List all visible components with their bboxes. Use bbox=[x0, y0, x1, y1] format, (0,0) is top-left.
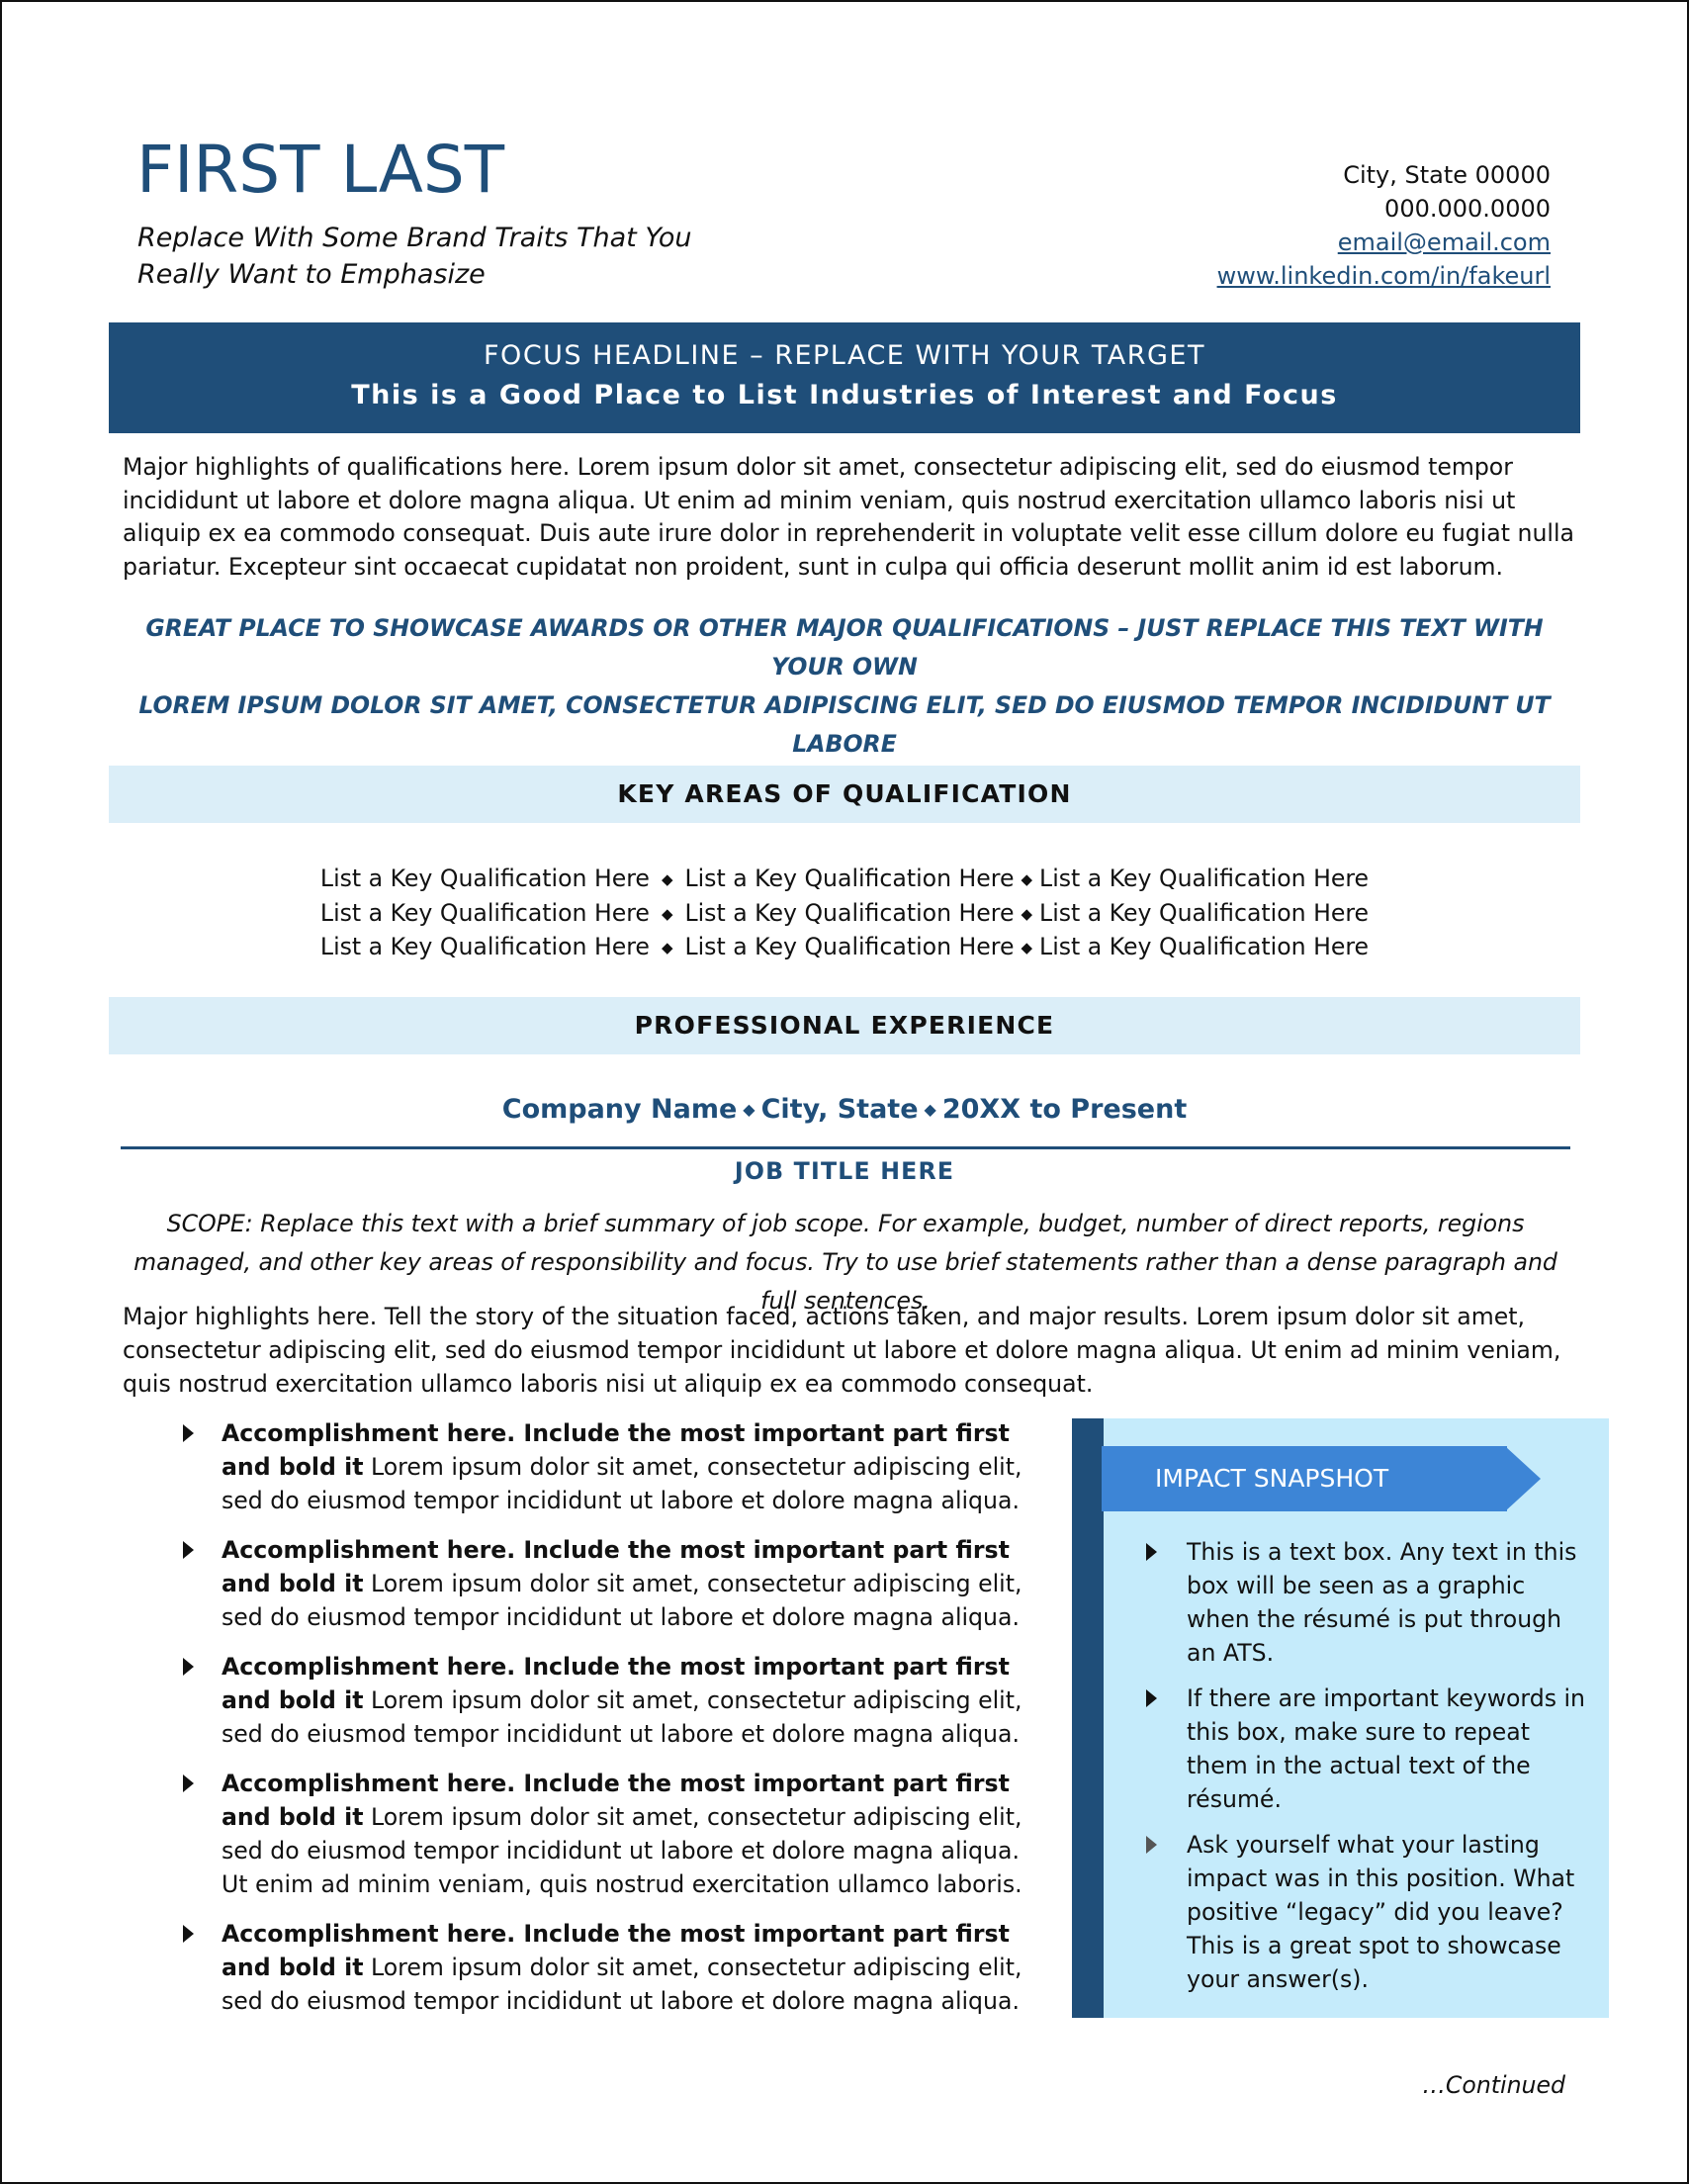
qualification-item: List a Key Qualification Here bbox=[319, 864, 650, 892]
triangle-bullet-icon bbox=[183, 1925, 194, 1943]
contact-email-link[interactable]: email@email.com bbox=[1338, 228, 1551, 256]
qualification-item: List a Key Qualification Here bbox=[1039, 864, 1370, 892]
snapshot-item-text: If there are important keywords in this … bbox=[1187, 1684, 1585, 1813]
accomplishment-item: Accomplishment here. Include the most im… bbox=[176, 1767, 1036, 1901]
experience-heading: PROFESSIONAL EXPERIENCE bbox=[109, 997, 1580, 1054]
awards-line: GREAT PLACE TO SHOWCASE AWARDS OR OTHER … bbox=[145, 614, 1544, 681]
awards-line: LOREM IPSUM DOLOR SIT AMET, CONSECTETUR … bbox=[138, 691, 1551, 758]
candidate-name: FIRST LAST bbox=[136, 132, 505, 208]
diamond-icon: ◆ bbox=[1021, 904, 1033, 923]
contact-phone: 000.000.0000 bbox=[1384, 195, 1551, 223]
triangle-bullet-icon bbox=[1146, 1543, 1157, 1561]
qualification-row: List a Key Qualification Here ◆ List a Key… bbox=[109, 897, 1580, 932]
focus-headline: FOCUS HEADLINE – REPLACE WITH YOUR TARGE… bbox=[484, 340, 1205, 371]
triangle-bullet-icon bbox=[183, 1658, 194, 1676]
accomplishment-item: Accomplishment here. Include the most im… bbox=[176, 1917, 1036, 2018]
qualification-row: List a Key Qualification Here ◆ List a Key… bbox=[109, 931, 1580, 965]
diamond-icon: ◆ bbox=[1021, 939, 1033, 956]
accomplishments-list: Accomplishment here. Include the most im… bbox=[176, 1416, 1036, 2034]
impact-snapshot-box: IMPACT SNAPSHOT This is a text box. Any … bbox=[1072, 1418, 1609, 2018]
snapshot-item-text: Ask yourself what your lasting impact wa… bbox=[1187, 1831, 1575, 1993]
company-name: Company Name bbox=[501, 1094, 738, 1125]
snapshot-stripe bbox=[1072, 1418, 1104, 2018]
triangle-bullet-icon bbox=[183, 1541, 194, 1559]
arrow-banner-tip-icon bbox=[1505, 1446, 1541, 1511]
triangle-bullet-icon bbox=[1146, 1689, 1157, 1707]
company-location: City, State bbox=[760, 1094, 919, 1125]
triangle-bullet-icon bbox=[1146, 1836, 1157, 1854]
key-areas-heading: KEY AREAS OF QUALIFICATION bbox=[109, 766, 1580, 823]
job-highlights: Major highlights here. Tell the story of… bbox=[123, 1303, 1561, 1398]
accomplishment-item: Accomplishment here. Include the most im… bbox=[176, 1416, 1036, 1517]
diamond-icon: ◆ bbox=[661, 939, 673, 956]
accomplishment-item: Accomplishment here. Include the most im… bbox=[176, 1650, 1036, 1751]
qualification-item: List a Key Qualification Here bbox=[684, 933, 1015, 960]
contact-linkedin-link[interactable]: www.linkedin.com/in/fakeurl bbox=[1217, 262, 1551, 290]
qualification-item: List a Key Qualification Here bbox=[319, 898, 650, 927]
snapshot-items: This is a text box. Any text in this box… bbox=[1139, 1535, 1594, 2008]
diamond-icon: ◆ bbox=[1021, 870, 1033, 888]
qualification-item: List a Key Qualification Here bbox=[1039, 933, 1370, 960]
diamond-icon: ◆ bbox=[743, 1100, 756, 1119]
diamond-icon: ◆ bbox=[661, 904, 673, 923]
qualification-item: List a Key Qualification Here bbox=[1039, 898, 1370, 927]
key-qualifications-list: List a Key Qualification Here ◆ List a Key… bbox=[109, 863, 1580, 965]
continued-note: …Continued bbox=[1422, 2071, 1565, 2099]
qualification-item: List a Key Qualification Here bbox=[684, 898, 1015, 927]
brand-line: Replace With Some Brand Traits That You bbox=[137, 223, 692, 253]
qualifications-summary: Major highlights of qualifications here.… bbox=[123, 453, 1574, 581]
qualification-row: List a Key Qualification Here ◆ List a Key… bbox=[109, 863, 1580, 897]
snapshot-item: Ask yourself what your lasting impact wa… bbox=[1139, 1828, 1594, 1996]
brand-line: Really Want to Emphasize bbox=[137, 259, 486, 290]
diamond-icon: ◆ bbox=[661, 870, 673, 888]
triangle-bullet-icon bbox=[183, 1774, 194, 1792]
snapshot-item: This is a text box. Any text in this box… bbox=[1139, 1535, 1594, 1670]
triangle-bullet-icon bbox=[183, 1424, 194, 1442]
snapshot-item: If there are important keywords in this … bbox=[1139, 1682, 1594, 1816]
qualification-item: List a Key Qualification Here bbox=[319, 933, 650, 960]
snapshot-item-text: This is a text box. Any text in this box… bbox=[1187, 1538, 1577, 1667]
contact-info: City, State 00000 000.000.0000 email@ema… bbox=[1217, 158, 1551, 293]
impact-snapshot-title: IMPACT SNAPSHOT bbox=[1102, 1446, 1507, 1511]
diamond-icon: ◆ bbox=[924, 1100, 936, 1119]
focus-subheadline: This is a Good Place to List Industries … bbox=[351, 380, 1338, 410]
employment-dates: 20XX to Present bbox=[941, 1094, 1188, 1125]
accomplishment-item: Accomplishment here. Include the most im… bbox=[176, 1533, 1036, 1634]
company-line: Company Name ◆ City, State ◆ 20XX to Present bbox=[109, 1090, 1580, 1130]
qualification-item: List a Key Qualification Here bbox=[684, 864, 1015, 892]
company-divider bbox=[121, 1146, 1570, 1149]
focus-headline-bar: FOCUS HEADLINE – REPLACE WITH YOUR TARGE… bbox=[109, 322, 1580, 433]
job-title: JOB TITLE HERE bbox=[734, 1157, 955, 1185]
brand-traits: Replace With Some Brand Traits That You … bbox=[137, 220, 692, 293]
contact-location: City, State 00000 bbox=[1343, 161, 1551, 189]
